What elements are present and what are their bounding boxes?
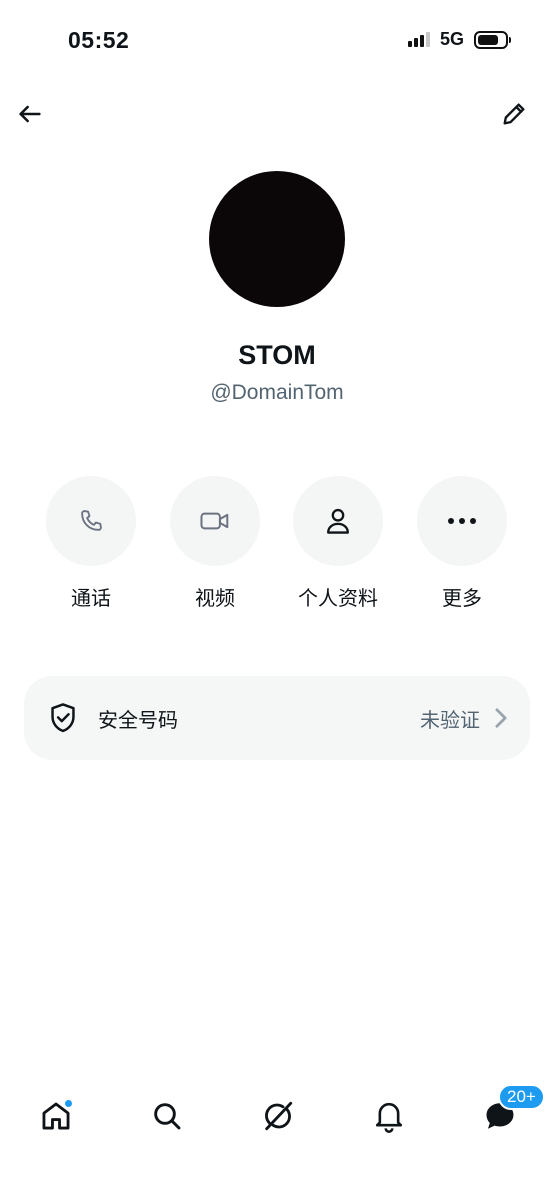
more-button-circle[interactable] bbox=[417, 476, 507, 566]
bell-icon bbox=[375, 1102, 403, 1133]
display-name: STOM bbox=[238, 340, 316, 370]
video-label: 视频 bbox=[195, 588, 235, 610]
tab-grok[interactable] bbox=[256, 1094, 300, 1138]
arrow-left-icon bbox=[19, 105, 41, 123]
tab-messages[interactable]: 20+ bbox=[478, 1084, 545, 1138]
tab-home[interactable] bbox=[34, 1094, 78, 1138]
messages-count-badge: 20+ bbox=[498, 1084, 545, 1110]
username-handle: @DomainTom bbox=[210, 381, 344, 404]
shield-check-icon bbox=[51, 703, 75, 733]
more-dots-icon bbox=[448, 518, 476, 524]
bottom-tab-bar: 20+ bbox=[0, 1080, 554, 1152]
avatar[interactable] bbox=[209, 171, 345, 307]
search-icon bbox=[154, 1103, 181, 1130]
video-button[interactable]: 视频 bbox=[155, 476, 275, 611]
call-button-circle[interactable] bbox=[46, 476, 136, 566]
more-button[interactable]: 更多 bbox=[402, 476, 522, 611]
profile-label: 个人资料 bbox=[298, 588, 378, 610]
person-icon bbox=[327, 508, 349, 534]
pencil-icon bbox=[503, 103, 525, 125]
more-label: 更多 bbox=[442, 588, 482, 610]
profile-button[interactable]: 个人资料 bbox=[278, 476, 398, 611]
call-button[interactable]: 通话 bbox=[31, 476, 151, 611]
network-type: 5G bbox=[439, 29, 464, 49]
status-time: 05:52 bbox=[68, 27, 130, 53]
call-label: 通话 bbox=[71, 588, 111, 610]
grok-icon bbox=[265, 1101, 293, 1131]
safety-number-row[interactable]: 安全号码 未验证 bbox=[24, 676, 530, 760]
video-camera-icon bbox=[200, 512, 229, 530]
chevron-right-icon bbox=[495, 708, 507, 728]
tab-search[interactable] bbox=[145, 1094, 189, 1138]
back-button[interactable] bbox=[12, 96, 48, 132]
profile-button-circle[interactable] bbox=[293, 476, 383, 566]
edit-button[interactable] bbox=[496, 96, 532, 132]
verification-status: 未验证 bbox=[420, 709, 480, 732]
contact-profile-screen: 05:52 5G STOM @DomainTom 通话 视频 个人资料 更多 安… bbox=[0, 0, 554, 1200]
status-bar: 05:52 5G bbox=[0, 0, 554, 80]
battery-icon bbox=[474, 30, 511, 49]
battery-fill bbox=[478, 34, 498, 45]
home-notification-dot bbox=[64, 1099, 73, 1108]
top-nav bbox=[0, 92, 554, 136]
tab-notifications[interactable] bbox=[367, 1094, 411, 1138]
video-button-circle[interactable] bbox=[170, 476, 260, 566]
status-indicators: 5G bbox=[407, 29, 511, 50]
safety-number-label: 安全号码 bbox=[98, 709, 178, 732]
phone-icon bbox=[81, 510, 102, 531]
cellular-signal-icon bbox=[407, 32, 430, 47]
